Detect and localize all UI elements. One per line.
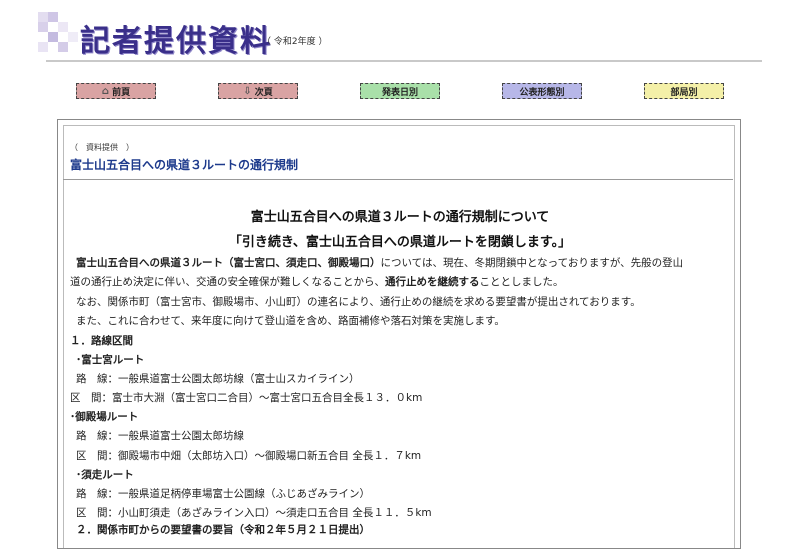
by-format-label: 公表形態別 xyxy=(519,87,565,98)
paragraph-1-line-2-bold: 通行止めを継続する xyxy=(385,276,480,288)
next-page-label: 次頁 xyxy=(254,87,273,98)
notice-subheading: 「引き続き、富士山五合目への県道ルートを閉鎖します。」 xyxy=(228,235,572,250)
paragraph-3: また、これに合わせて、来年度に向けて登山道を含め、路面補修や落石対策を実施します… xyxy=(76,315,505,327)
route-2-line-2: 区 間：御殿場市中畑（太郎坊入口）～御殿場口新五合目 全長１．７km xyxy=(76,450,422,462)
route-1-line-2: 区 間：富士市大淵（富士宮口二合目）～富士宮口五合目全長１３．０km xyxy=(70,392,423,404)
paragraph-1-rest: については、現在、冬期閉鎖中となっておりますが、先般の登山 xyxy=(380,257,684,269)
route-3-name: ･須走ルート xyxy=(76,469,134,481)
paragraph-1-line-1: 富士山五合目への県道３ルート（富士宮口、須走口、御殿場口）については、現在、冬期… xyxy=(76,255,683,270)
route-3-line-2: 区 間：小山町須走（あざみライン入口）～須走口五合目 全長１１．５km xyxy=(76,507,432,519)
section-2-heading: ２．関係市町からの要望書の要旨（令和２年５月２１日提出） xyxy=(76,524,370,536)
down-arrow-icon: ⇩ xyxy=(243,85,252,97)
page-header: 記者提供資料 （ 令和2年度 ） xyxy=(0,0,800,62)
paragraph-1-line-2-a: 道の通行止め決定に伴い、交通の安全確保が難しくなることから、 xyxy=(70,276,385,288)
source-label: （ 資料提供 ） xyxy=(70,143,134,152)
paragraph-1-line-2-b: こととしました。 xyxy=(479,276,564,288)
home-arrow-icon: ⌂ xyxy=(101,85,110,97)
prev-page-label: 前頁 xyxy=(112,87,131,98)
by-dept-button[interactable]: 部局別 xyxy=(644,83,724,99)
notice-heading: 富士山五合目への県道３ルートの通行規制について xyxy=(250,210,550,225)
route-2-line-1: 路 線：一般県道富士公園太郎坊線 xyxy=(76,430,244,442)
header-divider xyxy=(46,60,762,62)
next-page-button[interactable]: ⇩ 次頁 xyxy=(218,83,298,99)
header-logo-mosaic xyxy=(38,12,78,56)
route-1-line-1: 路 線：一般県道富士公園太郎坊線（富士山スカイライン） xyxy=(76,373,360,385)
paragraph-1-bold: 富士山五合目への県道３ルート（富士宮口、須走口、御殿場口） xyxy=(76,257,381,269)
by-date-button[interactable]: 発表日別 xyxy=(360,83,440,99)
paragraph-1-line-2: 道の通行止め決定に伴い、交通の安全確保が難しくなることから、通行止めを継続するこ… xyxy=(70,274,564,289)
content-frame xyxy=(57,119,741,549)
prev-page-button[interactable]: ⌂ 前頁 xyxy=(76,83,156,99)
paragraph-2: なお、関係市町（富士宮市、御殿場市、小山町）の連名により、通行止めの継続を求める… xyxy=(76,296,641,308)
page-title: 記者提供資料 xyxy=(80,24,272,59)
by-dept-label: 部局別 xyxy=(670,87,698,98)
route-1-name: ･富士宮ルート xyxy=(76,354,145,366)
content-inner-frame xyxy=(63,125,735,548)
subject-title: 富士山五合目への県道３ルートの通行規制 xyxy=(70,158,299,172)
section-1-heading: １．路線区間 xyxy=(70,335,133,347)
by-date-label: 発表日別 xyxy=(381,87,418,98)
fiscal-year-label: （ 令和2年度 ） xyxy=(262,37,328,47)
route-3-line-1: 路 線：一般県道足柄停車場富士公園線（ふじあざみライン） xyxy=(76,488,370,500)
route-2-name: ･御殿場ルート xyxy=(70,411,139,423)
by-format-button[interactable]: 公表形態別 xyxy=(502,83,582,99)
subject-divider xyxy=(63,179,733,180)
